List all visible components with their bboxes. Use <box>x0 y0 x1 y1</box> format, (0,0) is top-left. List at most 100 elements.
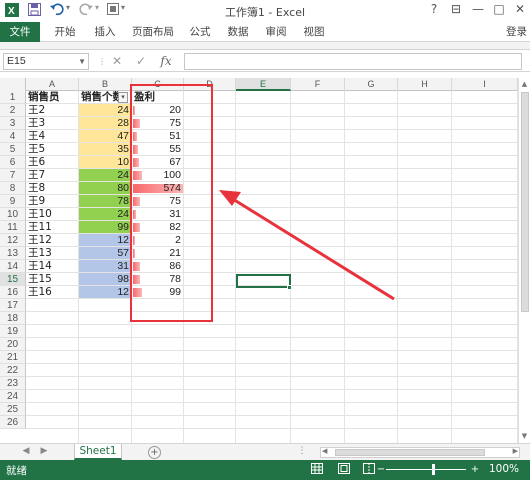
scroll-down-icon[interactable]: ▼ <box>519 430 530 442</box>
count-cell[interactable]: 12 <box>79 286 132 299</box>
count-cell[interactable]: 24 <box>79 104 132 117</box>
column-header-f[interactable]: F <box>291 78 345 91</box>
column-header-b[interactable]: B <box>79 78 132 91</box>
row-header-3[interactable]: 3 <box>0 117 26 130</box>
tab-page-layout[interactable]: 页面布局 <box>128 24 178 40</box>
vertical-scrollbar[interactable]: ▲ ▼ <box>518 78 530 443</box>
normal-view-icon[interactable] <box>310 463 324 476</box>
count-cell[interactable]: 24 <box>79 169 132 182</box>
tab-split-icon[interactable]: ⋮ <box>296 446 308 456</box>
row-header-13[interactable]: 13 <box>0 247 26 260</box>
row-header-19[interactable]: 19 <box>0 325 26 338</box>
count-cell[interactable]: 47 <box>79 130 132 143</box>
row-header-11[interactable]: 11 <box>0 221 26 234</box>
count-cell[interactable]: 35 <box>79 143 132 156</box>
salesperson-cell[interactable]: 王10 <box>26 208 79 221</box>
select-all-corner[interactable] <box>0 78 26 91</box>
row-header-20[interactable]: 20 <box>0 338 26 351</box>
tab-home[interactable]: 开始 <box>48 24 82 40</box>
scroll-right-icon[interactable]: ▶ <box>513 447 518 455</box>
row-header-12[interactable]: 12 <box>0 234 26 247</box>
column-header-a[interactable]: A <box>26 78 79 91</box>
salesperson-cell[interactable]: 王12 <box>26 234 79 247</box>
salesperson-cell[interactable]: 王5 <box>26 143 79 156</box>
row-header-25[interactable]: 25 <box>0 403 26 416</box>
salesperson-cell[interactable]: 王14 <box>26 260 79 273</box>
fill-handle[interactable] <box>287 285 292 290</box>
minimize-icon[interactable]: — <box>468 2 488 16</box>
active-cell-e15[interactable] <box>236 274 291 288</box>
help-icon[interactable]: ? <box>424 2 444 16</box>
row-header-5[interactable]: 5 <box>0 143 26 156</box>
zoom-slider[interactable] <box>386 469 466 470</box>
tab-insert[interactable]: 插入 <box>88 24 122 40</box>
count-cell[interactable]: 80 <box>79 182 132 195</box>
count-cell[interactable]: 99 <box>79 221 132 234</box>
worksheet-grid[interactable]: ABCDEFGHI 1 2 3 4 5 6 7 8 9 10 11 12 13 14 15 16 17 18 19 2… <box>0 78 518 443</box>
row-header-4[interactable]: 4 <box>0 130 26 143</box>
column-header-g[interactable]: G <box>345 78 398 91</box>
row-header-23[interactable]: 23 <box>0 377 26 390</box>
row-header-16[interactable]: 16 <box>0 286 26 299</box>
count-cell[interactable]: 24 <box>79 208 132 221</box>
row-header-10[interactable]: 10 <box>0 208 26 221</box>
row-header-18[interactable]: 18 <box>0 312 26 325</box>
count-cell[interactable]: 28 <box>79 117 132 130</box>
row-header-15[interactable]: 15 <box>0 273 26 286</box>
tab-view[interactable]: 视图 <box>298 24 330 40</box>
header-cell-a1[interactable]: 销售员 <box>26 91 79 104</box>
row-header-22[interactable]: 22 <box>0 364 26 377</box>
row-header-8[interactable]: 8 <box>0 182 26 195</box>
horizontal-scroll-thumb[interactable] <box>335 449 485 456</box>
salesperson-cell[interactable]: 王2 <box>26 104 79 117</box>
count-cell[interactable]: 98 <box>79 273 132 286</box>
count-cell[interactable]: 12 <box>79 234 132 247</box>
salesperson-cell[interactable]: 王6 <box>26 156 79 169</box>
login-link[interactable]: 登录 <box>506 24 527 39</box>
name-box[interactable]: E15 ▼ <box>3 53 89 70</box>
salesperson-cell[interactable]: 王11 <box>26 221 79 234</box>
salesperson-cell[interactable]: 王3 <box>26 117 79 130</box>
formula-input[interactable] <box>184 53 522 70</box>
row-header-24[interactable]: 24 <box>0 390 26 403</box>
row-header-26[interactable]: 26 <box>0 416 26 429</box>
row-header-14[interactable]: 14 <box>0 260 26 273</box>
zoom-level[interactable]: 100% <box>489 463 519 475</box>
salesperson-cell[interactable]: 王9 <box>26 195 79 208</box>
tab-formulas[interactable]: 公式 <box>184 24 216 40</box>
horizontal-scrollbar[interactable]: ◀ ▶ <box>320 447 520 458</box>
count-cell[interactable]: 31 <box>79 260 132 273</box>
column-header-i[interactable]: I <box>452 78 518 91</box>
enter-icon[interactable]: ✓ <box>132 53 150 70</box>
page-layout-view-icon[interactable] <box>337 463 351 476</box>
column-header-h[interactable]: H <box>398 78 452 91</box>
ribbon-display-icon[interactable]: ⊟ <box>446 2 466 16</box>
sheet-next-icon[interactable]: ▶ <box>38 446 50 456</box>
insert-function-icon[interactable]: fx <box>157 53 175 70</box>
count-cell[interactable]: 10 <box>79 156 132 169</box>
zoom-slider-thumb[interactable] <box>432 464 435 475</box>
salesperson-cell[interactable]: 王8 <box>26 182 79 195</box>
sheet-tab-sheet1[interactable]: Sheet1 <box>74 444 122 460</box>
row-header-9[interactable]: 9 <box>0 195 26 208</box>
maximize-icon[interactable]: □ <box>489 2 509 16</box>
row-header-1[interactable]: 1 <box>0 91 26 104</box>
count-cell[interactable]: 57 <box>79 247 132 260</box>
salesperson-cell[interactable]: 王13 <box>26 247 79 260</box>
column-header-e[interactable]: E <box>236 78 291 91</box>
salesperson-cell[interactable]: 王4 <box>26 130 79 143</box>
row-header-2[interactable]: 2 <box>0 104 26 117</box>
sheet-prev-icon[interactable]: ◀ <box>20 446 32 456</box>
vertical-scroll-thumb[interactable] <box>521 92 529 312</box>
tab-file[interactable]: 文件 <box>0 22 40 42</box>
tab-data[interactable]: 数据 <box>222 24 254 40</box>
scroll-left-icon[interactable]: ◀ <box>322 447 327 455</box>
scroll-up-icon[interactable]: ▲ <box>519 78 530 90</box>
close-icon[interactable]: ✕ <box>510 2 530 16</box>
salesperson-cell[interactable]: 王7 <box>26 169 79 182</box>
row-header-6[interactable]: 6 <box>0 156 26 169</box>
row-header-21[interactable]: 21 <box>0 351 26 364</box>
add-sheet-icon[interactable]: + <box>148 446 161 459</box>
tab-review[interactable]: 审阅 <box>260 24 292 40</box>
chevron-down-icon[interactable]: ▼ <box>78 54 86 69</box>
